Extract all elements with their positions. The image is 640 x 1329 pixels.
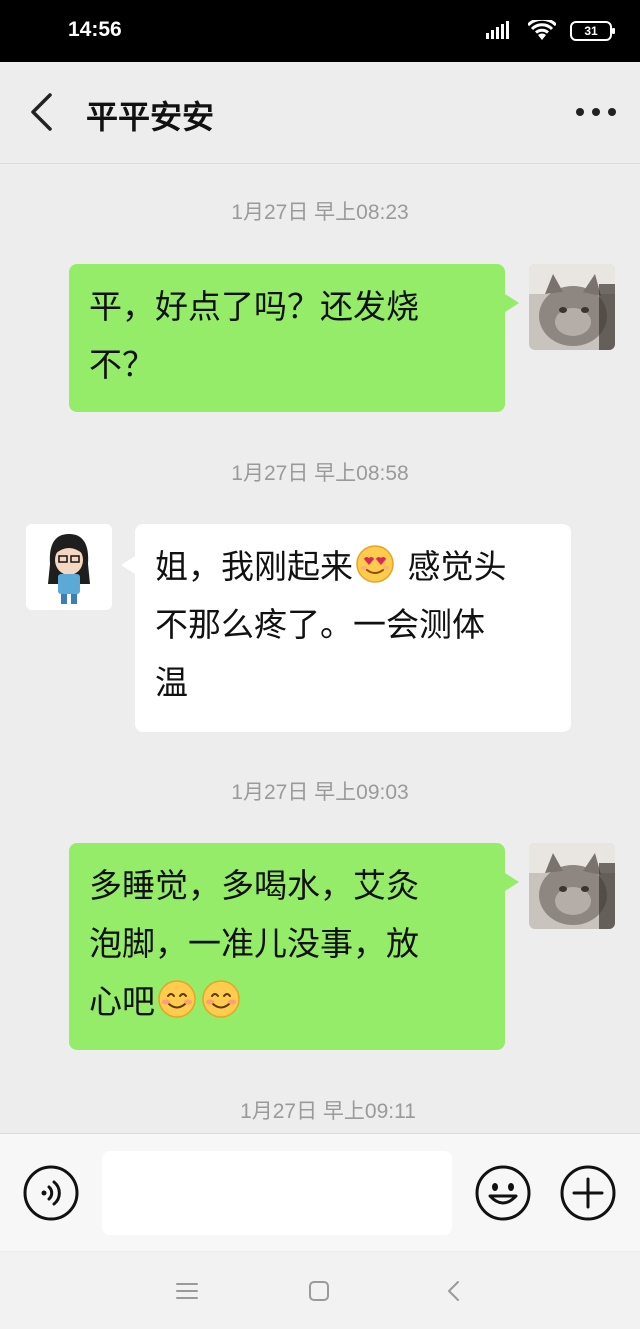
voice-icon[interactable] <box>22 1164 80 1222</box>
chat-title: 平平安安 <box>86 98 215 136</box>
cat-avatar-image <box>529 264 615 350</box>
message-text: 姐，我刚起来 <box>155 547 353 586</box>
status-time: 14:56 <box>68 18 122 41</box>
my-avatar[interactable] <box>529 843 615 929</box>
message-line: 平，好点了吗？还发烧 <box>89 287 419 326</box>
message-line: 姐，我刚起来 感觉头 <box>155 538 551 596</box>
message-timestamp: 1月27日 早上09:03 <box>231 781 409 804</box>
heart-eyes-emoji-icon <box>356 545 394 583</box>
chat-bubble-outgoing[interactable]: 多睡觉，多喝水，艾灸 泡脚，一准儿没事，放 心吧 <box>69 843 519 1050</box>
signal-icon <box>486 21 509 39</box>
chat-bubble-outgoing[interactable]: 平，好点了吗？还发烧 不？ <box>69 264 519 412</box>
status-bar: 14:56 31 <box>0 0 640 62</box>
menu-icon[interactable] <box>173 1278 201 1304</box>
chevron-left-icon[interactable] <box>24 92 60 132</box>
home-icon[interactable] <box>305 1278 333 1304</box>
back-icon[interactable] <box>440 1278 468 1304</box>
chat-bubble-incoming[interactable]: 姐，我刚起来 感觉头 不那么疼了。一会测体 温 <box>121 524 571 732</box>
system-nav-bar <box>0 1252 640 1329</box>
more-dots-icon[interactable] <box>574 102 618 122</box>
message-line: 多睡觉，多喝水，艾灸 <box>89 866 419 905</box>
smile-emoji-icon <box>202 980 240 1018</box>
message-line: 不那么疼了。一会测体 <box>155 605 485 644</box>
message-line: 温 <box>155 663 188 702</box>
input-bar <box>0 1133 640 1251</box>
message-timestamp: 1月27日 早上09:11 <box>240 1100 416 1123</box>
message-timestamp: 1月27日 早上08:23 <box>231 201 409 224</box>
contact-avatar[interactable] <box>26 524 112 610</box>
message-timestamp: 1月27日 早上08:58 <box>231 462 409 485</box>
plus-icon[interactable] <box>559 1164 617 1222</box>
smile-emoji-icon <box>158 980 196 1018</box>
battery-icon: 31 <box>570 21 615 41</box>
status-icons: 31 <box>486 20 615 42</box>
girl-avatar-image <box>26 524 112 610</box>
my-avatar[interactable] <box>529 264 615 350</box>
message-text: 感觉头 <box>397 547 507 586</box>
emoji-icon[interactable] <box>474 1164 532 1222</box>
message-text: 心吧 <box>89 982 155 1021</box>
message-input[interactable] <box>102 1151 452 1235</box>
message-line: 心吧 <box>89 973 485 1031</box>
cat-avatar-image <box>529 843 615 929</box>
message-line: 泡脚，一准儿没事，放 <box>89 924 419 963</box>
chat-header: 平平安安 <box>0 62 640 164</box>
wifi-icon <box>528 20 556 40</box>
message-line: 不？ <box>89 345 155 384</box>
